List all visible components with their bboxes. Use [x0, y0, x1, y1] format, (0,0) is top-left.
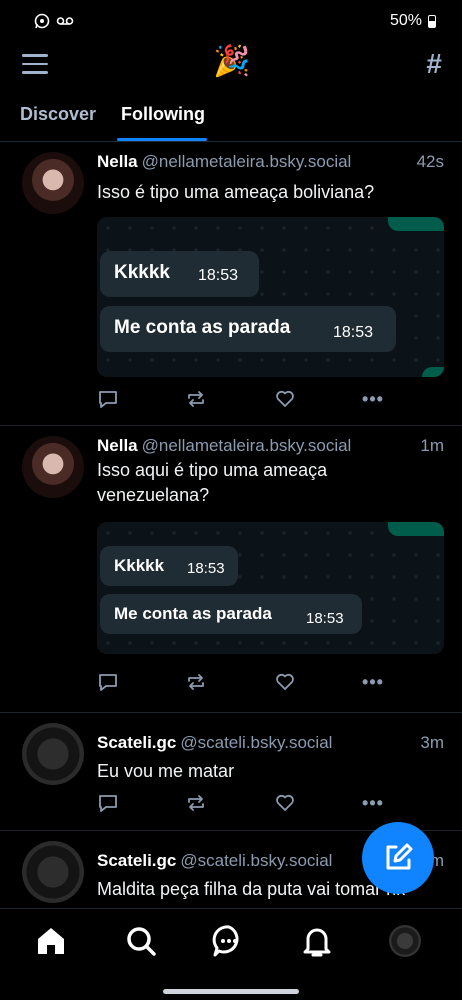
bubble-text: Me conta as parada — [114, 317, 291, 338]
author-handle[interactable]: @scateli.bsky.social — [180, 733, 332, 752]
more-icon[interactable]: ••• — [362, 792, 384, 814]
post-text: Eu vou me matar — [97, 761, 235, 781]
author-name[interactable]: Scateli.gc — [97, 733, 176, 752]
top-bar: 🎉 # — [0, 42, 462, 92]
chat-bubble: Kkkkk 18:53 — [100, 251, 259, 297]
repost-icon[interactable] — [185, 671, 207, 693]
compose-button[interactable] — [362, 822, 434, 894]
voicemail-icon — [56, 17, 74, 25]
post-actions: ••• — [97, 792, 444, 814]
post-image[interactable]: Kkkkk 18:53 Me conta as parada 18:53 — [97, 522, 444, 654]
post-text: Isso aqui é tipo uma ameaça venezuelana? — [97, 460, 328, 505]
whatsapp-icon — [34, 13, 50, 29]
post-time: 42s — [416, 152, 444, 171]
bubble-time: 18:53 — [333, 324, 374, 341]
chat-bubble-sent — [388, 522, 444, 536]
status-right: 50% — [390, 12, 436, 30]
bottom-nav — [0, 908, 462, 1000]
author-name[interactable]: Nella — [97, 436, 138, 455]
post-header: Scateli.gc@scateli.bsky.social 3m — [97, 733, 444, 753]
post-actions: ••• — [97, 388, 444, 410]
post-time: 3m — [420, 733, 444, 752]
bubble-time: 18:53 — [198, 267, 239, 284]
reply-icon[interactable] — [97, 792, 119, 814]
repost-icon[interactable] — [185, 388, 207, 410]
status-bar: 50% — [0, 0, 462, 42]
feed-tabs: Discover Following — [0, 92, 462, 142]
avatar[interactable] — [22, 723, 84, 785]
home-icon[interactable] — [33, 923, 69, 959]
post-text: Isso é tipo uma ameaça boliviana? — [97, 182, 375, 202]
chat-bubble-sent — [388, 217, 444, 231]
avatar[interactable] — [22, 152, 84, 214]
bubble-text: Me conta as parada — [114, 604, 272, 623]
post[interactable]: Scateli.gc @scateli.bsky.social 3m Eu vou… — [0, 713, 462, 831]
chat-bubble: Kkkkk 18:53 — [100, 546, 238, 586]
post-time: 1m — [420, 436, 444, 455]
author-name[interactable]: Nella — [97, 152, 138, 171]
bubble-text: Kkkkk — [114, 262, 170, 283]
more-icon[interactable]: ••• — [362, 388, 384, 410]
post[interactable]: Nella @nellametaleira.bsky.social 42s Iss… — [0, 142, 462, 426]
bubble-time: 18:53 — [306, 610, 344, 627]
feed[interactable]: Nella @nellametaleira.bsky.social 42s Iss… — [0, 142, 462, 908]
avatar[interactable] — [22, 436, 84, 498]
repost-icon[interactable] — [185, 792, 207, 814]
heart-icon[interactable] — [274, 671, 296, 693]
avatar[interactable] — [22, 841, 84, 903]
bubble-text: Kkkkk — [114, 556, 165, 575]
party-popper-icon[interactable]: 🎉 — [213, 44, 250, 80]
menu-icon[interactable] — [22, 54, 48, 74]
author-name[interactable]: Scateli.gc — [97, 851, 176, 870]
author-handle[interactable]: @scateli.bsky.social — [180, 851, 332, 870]
author-handle[interactable]: @nellametaleira.bsky.social — [142, 436, 352, 455]
bell-icon[interactable] — [299, 923, 335, 959]
battery-icon — [428, 14, 436, 28]
chat-bubble: Me conta as parada 18:53 — [100, 306, 396, 352]
bubble-time: 18:53 — [187, 560, 225, 577]
tab-discover[interactable]: Discover — [20, 104, 96, 125]
heart-icon[interactable] — [274, 388, 296, 410]
profile-avatar[interactable] — [389, 925, 421, 957]
chat-icon[interactable] — [211, 923, 247, 959]
tab-following[interactable]: Following — [121, 104, 205, 125]
hash-icon[interactable]: # — [426, 48, 442, 80]
post[interactable]: Nella @nellametaleira.bsky.social 1m Isso… — [0, 426, 462, 713]
gesture-bar — [163, 989, 299, 994]
compose-icon — [386, 843, 413, 870]
post-header: Nella @nellametaleira.bsky.social 1m — [97, 436, 444, 456]
battery-percent: 50% — [389, 12, 422, 29]
status-left — [34, 13, 74, 29]
author-handle[interactable]: @nellametaleira.bsky.social — [142, 152, 352, 171]
heart-icon[interactable] — [274, 792, 296, 814]
reply-icon[interactable] — [97, 388, 119, 410]
post-header: Nella @nellametaleira.bsky.social 42s — [97, 152, 444, 172]
more-icon[interactable]: ••• — [362, 671, 384, 693]
active-tab-indicator — [117, 138, 207, 141]
post-actions: ••• — [97, 671, 444, 693]
chat-bubble-sent — [422, 367, 444, 377]
chat-bubble: Me conta as parada 18:53 — [100, 594, 362, 634]
search-icon[interactable] — [123, 923, 159, 959]
post-image[interactable]: Kkkkk 18:53 Me conta as parada 18:53 — [97, 217, 444, 377]
reply-icon[interactable] — [97, 671, 119, 693]
